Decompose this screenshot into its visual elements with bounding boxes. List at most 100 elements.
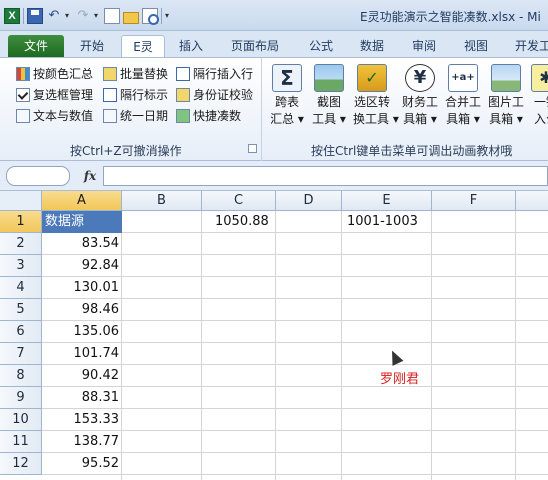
ribbon-tabs: 文件 开始 E灵 插入 页面布局 公式 数据 审阅 视图 开发工 bbox=[0, 31, 548, 57]
checkbox-manager-button[interactable]: 复选框管理 bbox=[16, 85, 93, 104]
row-header-9[interactable]: 9 bbox=[0, 387, 42, 409]
row-header-2[interactable]: 2 bbox=[0, 233, 42, 255]
new-document-icon[interactable] bbox=[104, 8, 120, 24]
separator bbox=[161, 8, 162, 24]
undo-icon[interactable]: ↶ bbox=[46, 8, 62, 24]
button-label: 具箱 ▾ bbox=[446, 112, 480, 126]
column-header-f[interactable]: F bbox=[432, 191, 516, 211]
column-header-d[interactable]: D bbox=[276, 191, 342, 211]
dialog-launcher-icon[interactable] bbox=[248, 144, 257, 153]
tab-formulas[interactable]: 公式 bbox=[309, 35, 333, 57]
column-header-a[interactable]: A bbox=[42, 191, 122, 211]
button-label: 工具 ▾ bbox=[312, 112, 346, 126]
cell-a9[interactable]: 88.31 bbox=[42, 387, 122, 409]
quick-sum-match-button[interactable]: 快捷凑数 bbox=[176, 106, 241, 125]
cell-a2[interactable]: 83.54 bbox=[42, 233, 122, 255]
one-click-formula-button[interactable]: ✱ 一键 入公 bbox=[527, 64, 548, 128]
tab-file[interactable]: 文件 bbox=[8, 35, 64, 57]
tab-page-layout[interactable]: 页面布局 bbox=[231, 35, 279, 57]
screenshot-tool-button[interactable]: 截图 工具 ▾ bbox=[310, 64, 348, 128]
row-header-6[interactable]: 6 bbox=[0, 321, 42, 343]
name-box[interactable] bbox=[6, 166, 70, 186]
sigma-icon: Σ bbox=[272, 64, 302, 92]
formula-input[interactable] bbox=[103, 166, 548, 186]
cell-a12[interactable]: 95.52 bbox=[42, 453, 122, 475]
button-label: 合并工 bbox=[444, 95, 481, 109]
row-header-11[interactable]: 11 bbox=[0, 431, 42, 453]
cell-a11[interactable]: 138.77 bbox=[42, 431, 122, 453]
row-header-3[interactable]: 3 bbox=[0, 255, 42, 277]
mouse-pointer-icon bbox=[387, 349, 403, 365]
excel-logo-icon[interactable]: X bbox=[4, 8, 20, 24]
grid-line bbox=[341, 211, 342, 480]
alternate-row-mark-button[interactable]: 隔行标示 bbox=[103, 85, 168, 104]
selection-convert-button[interactable]: ✓ 选区转 换工具 ▾ bbox=[353, 64, 399, 128]
id-card-icon bbox=[176, 87, 190, 102]
print-preview-icon[interactable] bbox=[142, 8, 159, 25]
unify-date-button[interactable]: 统一日期 bbox=[103, 106, 168, 125]
cell-c1[interactable]: 1050.88 bbox=[212, 211, 276, 233]
button-label: 跨表 bbox=[274, 95, 299, 109]
text-number-icon bbox=[16, 108, 30, 123]
plus-icon bbox=[176, 108, 190, 123]
insert-alternate-rows-button[interactable]: 隔行插入行 bbox=[176, 64, 253, 83]
text-number-button[interactable]: 文本与数值 bbox=[16, 106, 93, 125]
row-header-12[interactable]: 12 bbox=[0, 453, 42, 475]
image-toolbox-button[interactable]: 图片工 具箱 ▾ bbox=[487, 64, 525, 128]
row-header-10[interactable]: 10 bbox=[0, 409, 42, 431]
redo-icon[interactable]: ↷ bbox=[75, 8, 91, 24]
column-header-e[interactable]: E bbox=[342, 191, 432, 211]
row-header-5[interactable]: 5 bbox=[0, 299, 42, 321]
cell-a3[interactable]: 92.84 bbox=[42, 255, 122, 277]
merge-toolbox-button[interactable]: +a+ 合并工 具箱 ▾ bbox=[444, 64, 482, 128]
cell-a6[interactable]: 135.06 bbox=[42, 321, 122, 343]
cell-a5[interactable]: 98.46 bbox=[42, 299, 122, 321]
cell-a4[interactable]: 130.01 bbox=[42, 277, 122, 299]
formula-icon: ✱ bbox=[531, 64, 548, 92]
undo-dropdown-icon[interactable]: ▾ bbox=[65, 8, 72, 24]
button-label: 财务工 bbox=[401, 95, 438, 109]
formula-bar: fx bbox=[0, 161, 548, 191]
customize-qat-icon[interactable]: ▾ bbox=[165, 8, 172, 24]
button-label: 具箱 ▾ bbox=[489, 112, 523, 126]
cell-a8[interactable]: 90.42 bbox=[42, 365, 122, 387]
worksheet-grid[interactable]: A B C D E F 1 2 3 4 5 6 7 8 9 10 11 12 数… bbox=[0, 191, 548, 480]
color-summary-icon bbox=[16, 66, 30, 81]
button-label: 按颜色汇总 bbox=[33, 67, 94, 81]
select-all-corner[interactable] bbox=[0, 191, 42, 211]
row-mark-icon bbox=[103, 87, 117, 102]
finance-toolbox-button[interactable]: ¥ 财务工 具箱 ▾ bbox=[401, 64, 439, 128]
tab-data[interactable]: 数据 bbox=[360, 35, 384, 57]
author-signature: 罗刚君 bbox=[380, 372, 420, 387]
row-header-1[interactable]: 1 bbox=[0, 211, 42, 233]
cell-a7[interactable]: 101.74 bbox=[42, 343, 122, 365]
tab-view[interactable]: 视图 bbox=[464, 35, 488, 57]
color-summary-button[interactable]: 按颜色汇总 bbox=[16, 64, 93, 83]
insert-function-icon[interactable]: fx bbox=[80, 166, 100, 186]
tab-developer[interactable]: 开发工 bbox=[515, 35, 548, 57]
separator bbox=[23, 8, 24, 24]
save-icon[interactable] bbox=[27, 8, 43, 24]
button-label: 批量替换 bbox=[120, 67, 169, 81]
image-icon bbox=[491, 64, 521, 92]
convert-icon: ✓ bbox=[357, 64, 387, 92]
id-card-check-button[interactable]: 身份证校验 bbox=[176, 85, 253, 104]
row-header-7[interactable]: 7 bbox=[0, 343, 42, 365]
cell-a1[interactable]: 数据源 bbox=[42, 211, 122, 233]
column-header-g[interactable] bbox=[516, 191, 548, 211]
cell-e1[interactable]: 1001-1003 bbox=[344, 211, 432, 233]
batch-replace-icon bbox=[103, 66, 117, 81]
redo-dropdown-icon[interactable]: ▾ bbox=[94, 8, 101, 24]
tab-eling[interactable]: E灵 bbox=[121, 35, 165, 57]
column-header-b[interactable]: B bbox=[122, 191, 202, 211]
row-header-8[interactable]: 8 bbox=[0, 365, 42, 387]
column-header-c[interactable]: C bbox=[202, 191, 276, 211]
tab-insert[interactable]: 插入 bbox=[179, 35, 203, 57]
cell-a10[interactable]: 153.33 bbox=[42, 409, 122, 431]
cross-sheet-summary-button[interactable]: Σ 跨表 汇总 ▾ bbox=[268, 64, 306, 128]
tab-home[interactable]: 开始 bbox=[80, 35, 104, 57]
row-header-4[interactable]: 4 bbox=[0, 277, 42, 299]
batch-replace-button[interactable]: 批量替换 bbox=[103, 64, 168, 83]
open-folder-icon[interactable] bbox=[123, 11, 139, 24]
tab-review[interactable]: 审阅 bbox=[412, 35, 436, 57]
